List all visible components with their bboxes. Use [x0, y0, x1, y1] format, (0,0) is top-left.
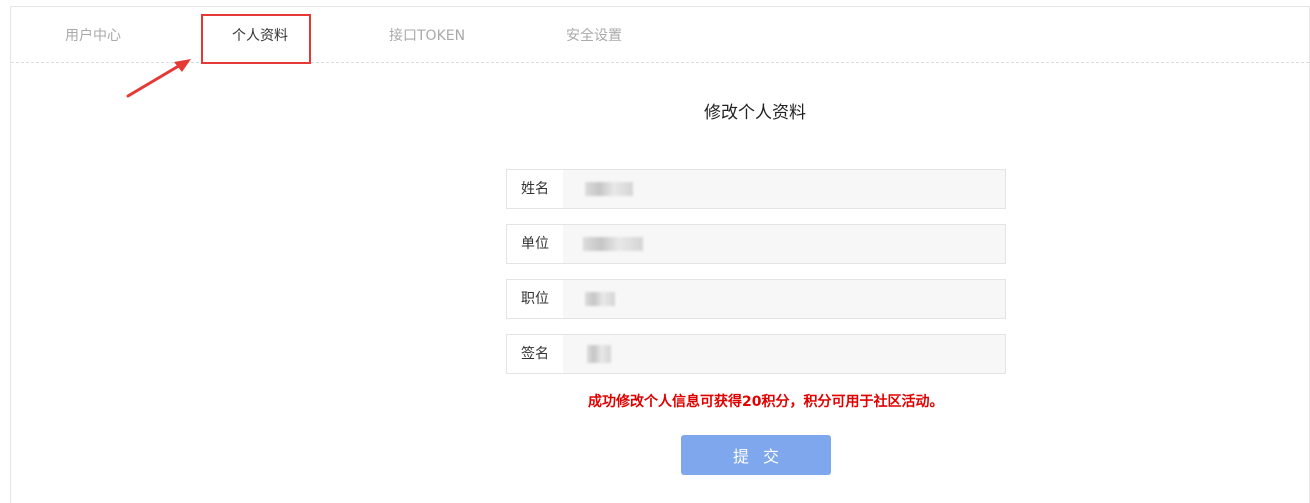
submit-button[interactable]: 提交: [681, 435, 831, 475]
signature-label: 签名: [507, 335, 563, 373]
position-label: 职位: [507, 280, 563, 318]
name-field: 姓名: [506, 169, 1006, 209]
tab-user-center[interactable]: 用户中心: [65, 7, 121, 63]
redacted-value: [585, 292, 615, 306]
redacted-value: [585, 182, 633, 196]
organization-label: 单位: [507, 225, 563, 263]
organization-field: 单位: [506, 224, 1006, 264]
position-input[interactable]: [563, 280, 1005, 318]
active-tab-highlight: [201, 14, 311, 64]
pointer-arrow-icon: [126, 59, 191, 98]
signature-field: 签名: [506, 334, 1006, 374]
redacted-value: [583, 237, 643, 251]
tab-api-token[interactable]: 接口TOKEN: [389, 7, 465, 63]
points-notice: 成功修改个人信息可获得20积分，积分可用于社区活动。: [588, 394, 944, 410]
signature-input[interactable]: [563, 335, 1005, 373]
redacted-value: [587, 345, 611, 363]
form-title: 修改个人资料: [704, 103, 806, 123]
tab-security-settings[interactable]: 安全设置: [566, 7, 622, 63]
position-field: 职位: [506, 279, 1006, 319]
name-label: 姓名: [507, 170, 563, 208]
